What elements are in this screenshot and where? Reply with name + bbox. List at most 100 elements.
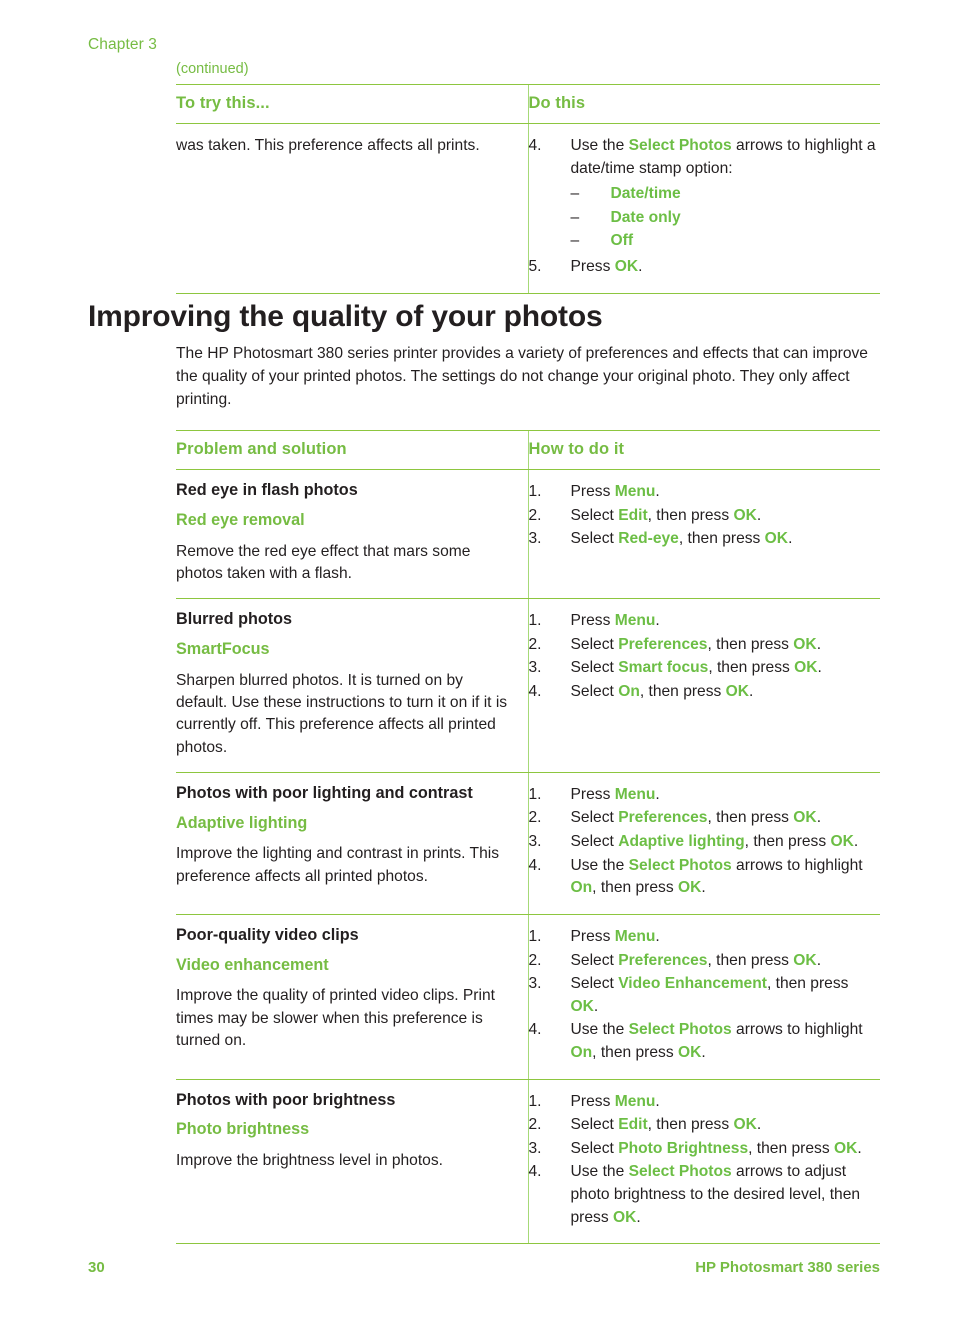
table-cell-to-try-this: was taken. This preference affects all p…: [176, 123, 528, 294]
step-number: 2.: [528, 506, 542, 524]
feature-name: Video enhancement: [176, 955, 329, 974]
dash-bullet-icon: –: [570, 185, 580, 203]
table-row: was taken. This preference affects all p…: [176, 123, 881, 294]
option-label: Date only: [610, 208, 681, 226]
step-item: 4. Use the Select Photos arrows to highli…: [529, 855, 881, 900]
step-item: 3. Select Smart focus, then press OK.: [529, 657, 881, 680]
step-list: 1. Press Menu. 2. Select Preferences, then …: [529, 784, 881, 900]
step-item: 4. Use the Select Photos arrows to adjust…: [529, 1161, 881, 1229]
step-text: , then press: [744, 833, 831, 851]
step-text: .: [853, 833, 859, 851]
step-list: 1. Press Menu. 2. Select Preferences, then …: [529, 926, 881, 1065]
keyword-term: OK: [794, 659, 818, 677]
table-cell-problem-and-solution: Red eye in flash photos Red eye removal Re…: [176, 469, 528, 600]
step-text: .: [655, 483, 660, 500]
step-item: 2. Select Preferences, then press OK.: [529, 950, 881, 973]
keyword-term: OK: [614, 258, 639, 276]
step-item: 3. Select Red-eye, then press OK.: [529, 528, 881, 551]
section-heading: Improving the quality of your photos: [88, 300, 603, 333]
step-text: Select: [570, 951, 619, 969]
step-number: 1.: [528, 612, 542, 630]
table-row: Photos with poor lighting and contrast Ad…: [176, 772, 881, 915]
keyword-term: On: [618, 682, 640, 700]
step-number: 4.: [528, 1021, 542, 1039]
column-header-how-to-do-it: How to do it: [527, 430, 880, 470]
step-list: 1. Press Menu. 2. Select Preferences, then …: [529, 610, 881, 703]
keyword-term: OK: [677, 879, 702, 897]
continued-table: To try this... Do this was taken. This p…: [176, 84, 880, 294]
footer-product-name: HP Photosmart 380 series: [695, 1259, 880, 1276]
step-item: 2. Select Preferences, then press OK.: [529, 634, 881, 657]
keyword-term: OK: [733, 506, 757, 524]
step-item: 2. Select Edit, then press OK.: [529, 1114, 881, 1137]
keyword-term: Edit: [618, 1116, 648, 1134]
problem-description: Remove the red eye effect that mars some…: [176, 542, 471, 582]
keyword-term: Select Photos: [628, 856, 732, 874]
keyword-term: Video Enhancement: [618, 975, 767, 993]
problem-title: Poor-quality video clips: [176, 925, 359, 944]
column-header-label: To try this...: [176, 94, 270, 112]
step-item: 1. Press Menu.: [529, 926, 881, 949]
step-text: , then press: [647, 506, 734, 524]
step-number: 3.: [528, 833, 542, 851]
step-text: Select: [570, 1116, 619, 1134]
continued-table-body: was taken. This preference affects all p…: [176, 123, 881, 294]
keyword-term: Preferences: [618, 809, 708, 827]
keyword-term: Edit: [618, 506, 648, 524]
feature-name: Adaptive lighting: [176, 813, 308, 832]
keyword-term: OK: [725, 682, 750, 700]
column-header-label: Problem and solution: [176, 440, 347, 458]
step-text: .: [655, 612, 660, 630]
step-text: .: [816, 951, 822, 969]
step-text: , then press: [647, 1116, 734, 1134]
keyword-term: On: [570, 1043, 593, 1061]
step-text: , then press: [639, 682, 726, 700]
problem-description: Sharpen blurred photos. It is turned on …: [176, 671, 508, 756]
step-text: , then press: [707, 635, 794, 653]
keyword-term: OK: [733, 1116, 757, 1134]
step-text: .: [788, 530, 793, 548]
footer-page-number: 30: [88, 1259, 105, 1276]
problem-description: Improve the brightness level in photos.: [176, 1152, 443, 1170]
option-item: – Date/time: [571, 183, 881, 206]
table-cell-problem-and-solution: Blurred photos SmartFocus Sharpen blurred …: [176, 598, 528, 773]
option-item: – Date only: [571, 207, 881, 230]
keyword-term: Select Photos: [628, 1021, 732, 1039]
keyword-term: Menu: [614, 612, 656, 630]
step-item: 3. Select Photo Brightness, then press OK…: [529, 1138, 881, 1161]
step-text: Use the: [570, 856, 629, 874]
step-number: 2.: [528, 809, 542, 827]
step-text: .: [701, 1043, 706, 1061]
step-text: .: [816, 635, 822, 653]
keyword-term: Select Photos: [628, 137, 732, 154]
keyword-term: OK: [764, 530, 789, 548]
step-item: 1. Press Menu.: [529, 784, 881, 807]
step-text: , then press: [592, 879, 678, 897]
keyword-term: OK: [830, 833, 854, 851]
step-text: Select: [570, 506, 619, 524]
feature-name: Red eye removal: [176, 510, 305, 529]
keyword-term: Adaptive lighting: [618, 833, 745, 851]
step-text: .: [756, 506, 762, 524]
keyword-term: OK: [570, 997, 594, 1015]
keyword-term: OK: [833, 1139, 858, 1157]
step-number: 3.: [528, 530, 542, 548]
step-text: .: [756, 1116, 762, 1134]
step-text: , then press: [766, 975, 849, 993]
table-header-row: Problem and solution How to do it: [176, 430, 880, 470]
step-number: 1.: [528, 483, 542, 500]
step-item: 1. Press Menu.: [529, 610, 881, 633]
problem-title: Photos with poor lighting and contrast: [176, 783, 473, 802]
keyword-term: Menu: [614, 785, 656, 803]
step-text: Press: [570, 612, 615, 630]
keyword-term: OK: [793, 809, 817, 827]
step-item: 2. Select Edit, then press OK.: [529, 505, 881, 528]
problem-title: Blurred photos: [176, 610, 293, 629]
keyword-term: Preferences: [618, 635, 708, 653]
step-text: Use the: [570, 137, 629, 154]
keyword-term: OK: [677, 1043, 702, 1061]
step-text: .: [749, 682, 754, 700]
problem-title: Photos with poor brightness: [176, 1090, 396, 1109]
option-label: Off: [610, 232, 634, 250]
step-number: 3.: [528, 1139, 542, 1157]
